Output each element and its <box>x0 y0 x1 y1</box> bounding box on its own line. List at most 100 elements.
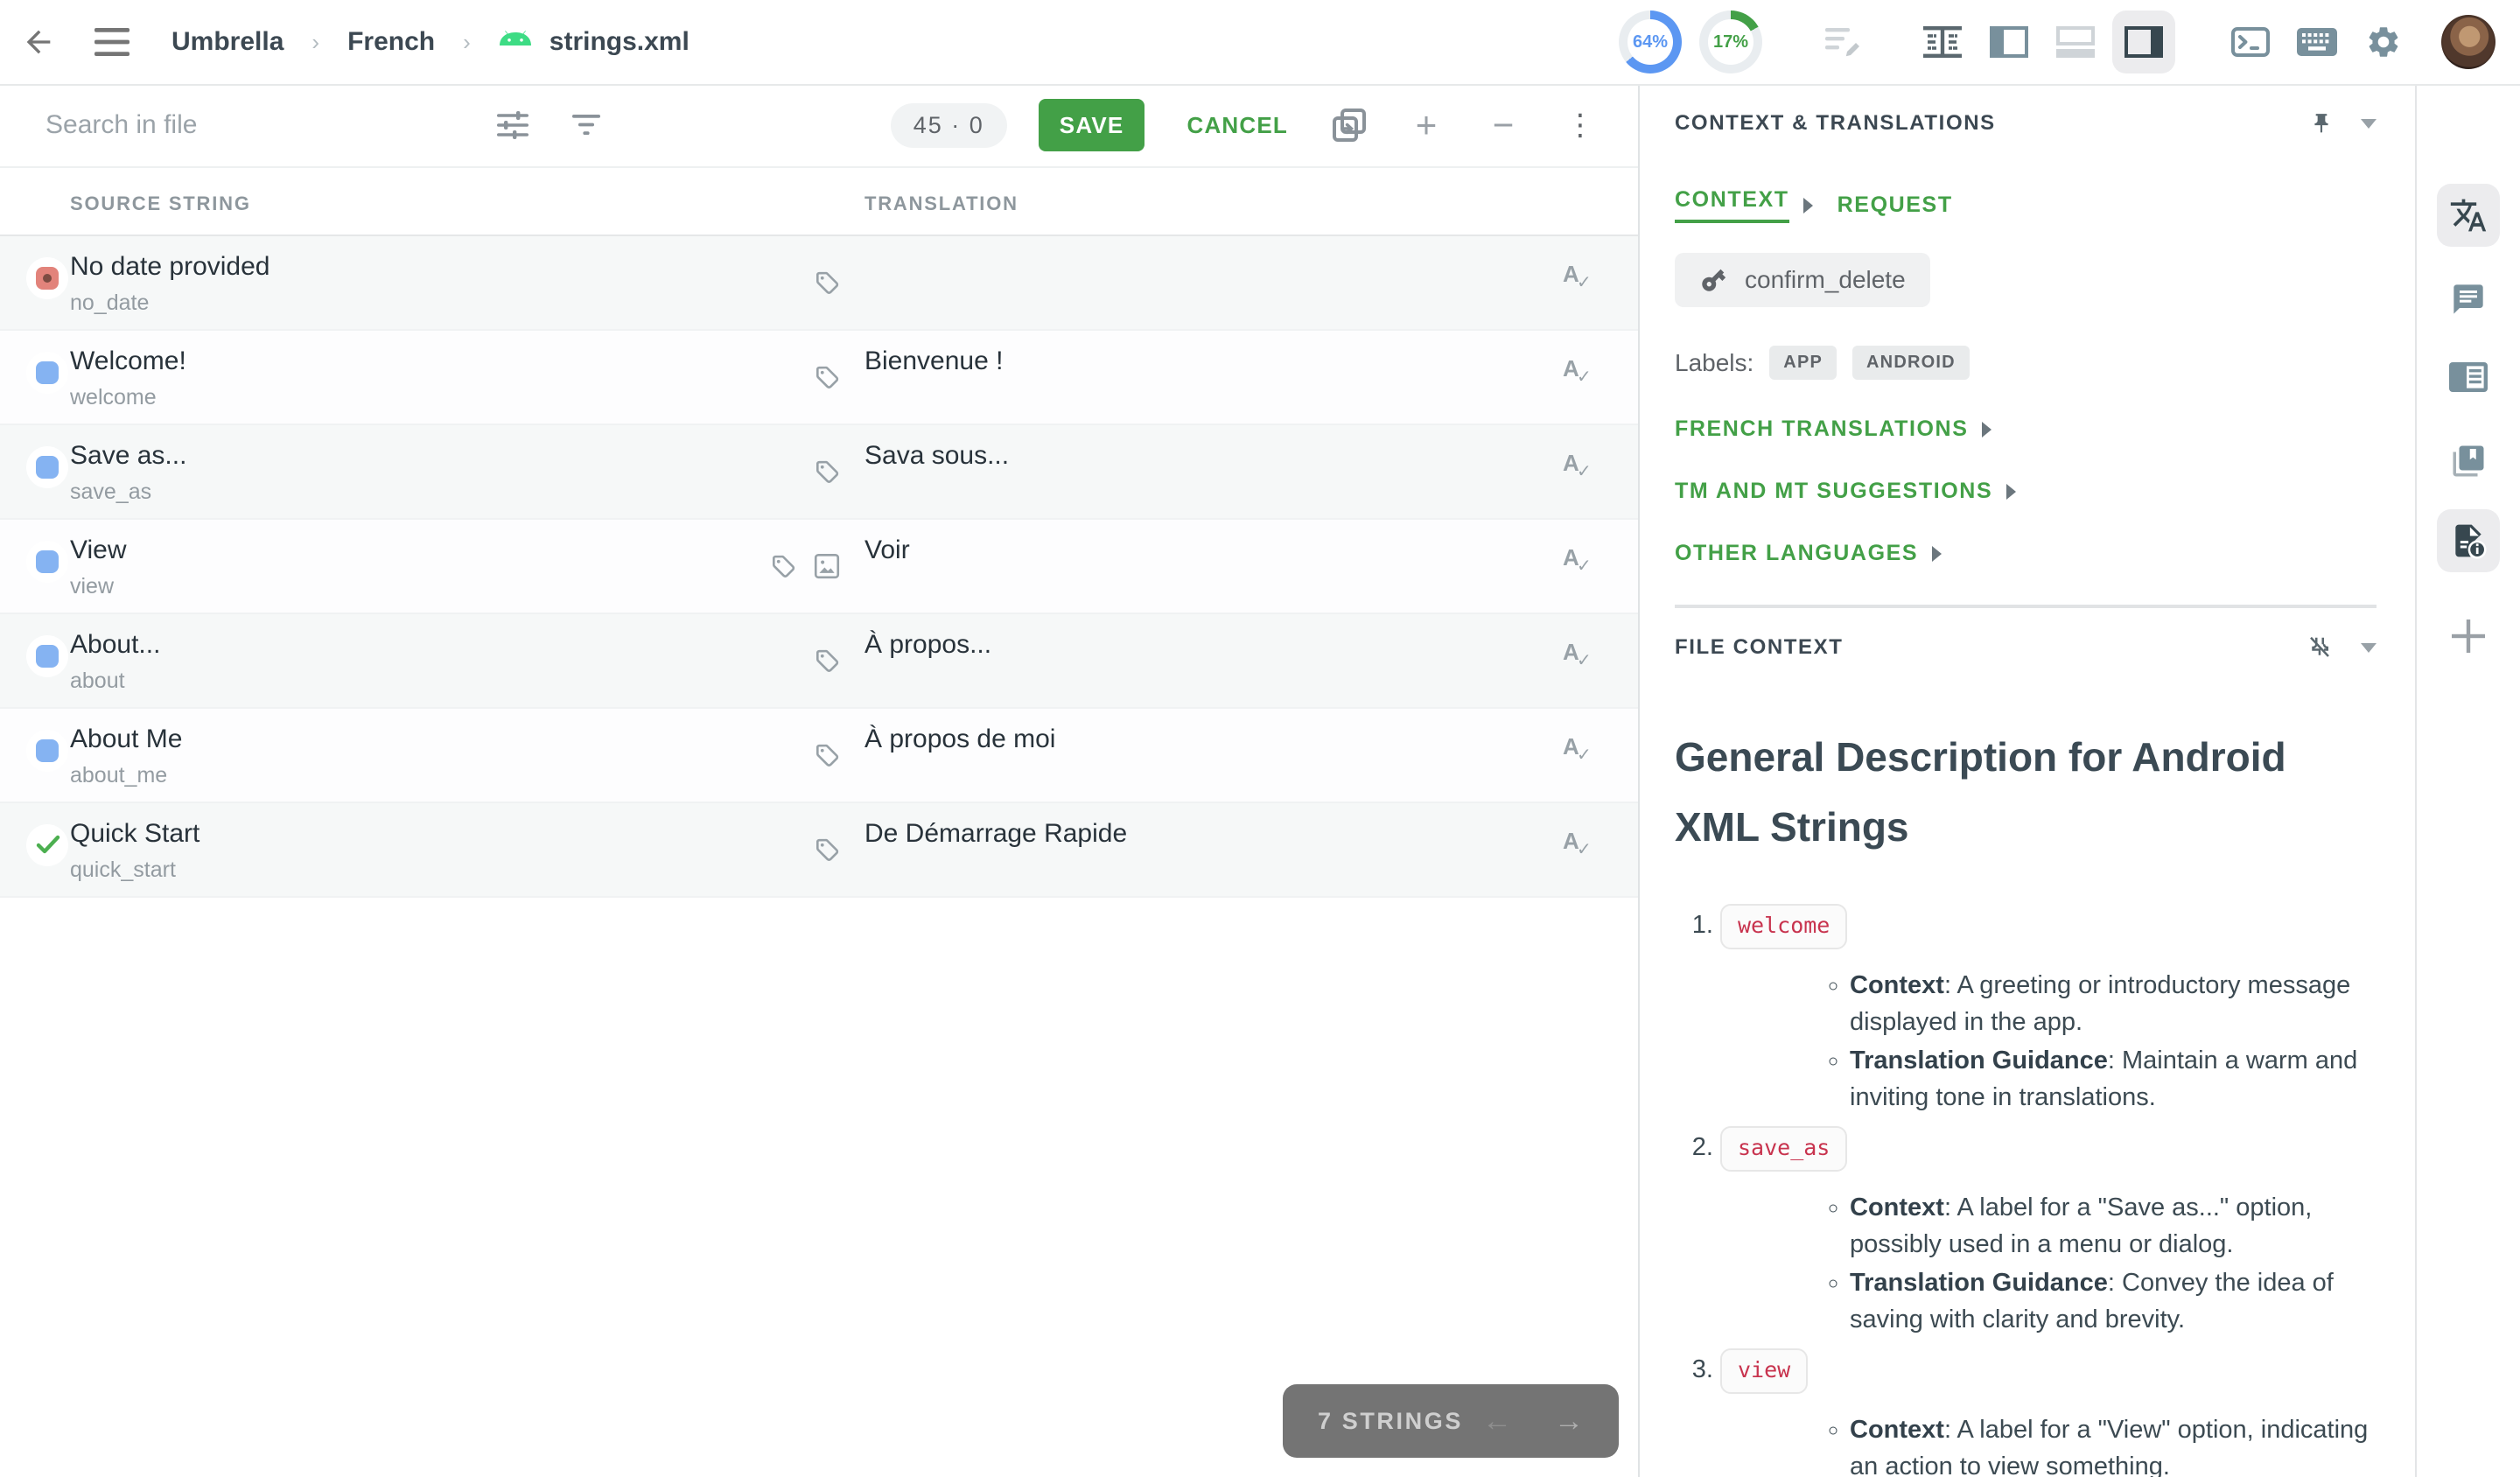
previous-page-button[interactable]: ← <box>1482 1404 1512 1438</box>
tab-context[interactable]: CONTEXT <box>1675 187 1789 223</box>
tab-request[interactable]: REQUEST <box>1838 192 1953 218</box>
dictionary-tool-button[interactable] <box>2449 362 2488 392</box>
add-panel-button[interactable] <box>2452 620 2485 653</box>
tag-icon[interactable] <box>770 553 796 579</box>
tag-icon[interactable] <box>814 742 840 768</box>
status-halo <box>26 446 68 488</box>
table-row[interactable]: No date provided no_date A ✓ <box>0 236 1638 331</box>
breadcrumb-language[interactable]: French <box>347 27 435 57</box>
search-input[interactable] <box>42 108 452 142</box>
filter-button[interactable] <box>556 95 616 155</box>
collapse-section-caret[interactable] <box>2361 119 2376 129</box>
breadcrumb-project[interactable]: Umbrella <box>172 27 284 57</box>
menu-button[interactable] <box>77 0 147 84</box>
tag-icon[interactable] <box>814 364 840 390</box>
view-mode-side-by-side-button[interactable] <box>1913 7 1972 77</box>
hamburger-icon <box>94 28 130 56</box>
keyboard-shortcuts-button[interactable] <box>2287 7 2347 77</box>
link-arrow-icon <box>2006 484 2016 500</box>
next-page-button[interactable]: → <box>1554 1404 1584 1438</box>
proofread-icon[interactable]: A ✓ <box>1563 257 1601 296</box>
collapse-section-caret[interactable] <box>2361 643 2376 653</box>
file-context-tool-button[interactable] <box>2437 509 2500 572</box>
table-row[interactable]: Welcome! welcome Bienvenue ! A ✓ <box>0 331 1638 425</box>
translations-tool-button[interactable] <box>2437 184 2500 247</box>
grid-header: SOURCE STRING TRANSLATION <box>0 168 1638 236</box>
top-bar: Umbrella › French › strings.xml 64% 17% <box>0 0 2520 86</box>
save-button[interactable]: SAVE <box>1039 99 1145 151</box>
translated-progress-value: 64% <box>1633 32 1668 52</box>
proofread-icon[interactable]: A ✓ <box>1563 824 1601 863</box>
tag-icon[interactable] <box>814 458 840 485</box>
glossary-tool-button[interactable] <box>2450 443 2487 480</box>
word-count-badge: 45 · 0 <box>891 103 1007 148</box>
user-avatar[interactable] <box>2441 15 2496 69</box>
plus-icon <box>2452 620 2485 653</box>
back-button[interactable] <box>0 0 77 84</box>
tag-icon[interactable] <box>814 648 840 674</box>
more-options-button[interactable]: ⋮ <box>1550 95 1610 155</box>
table-row[interactable]: Save as... save_as Sava sous... A ✓ <box>0 425 1638 520</box>
translation-text: Voir <box>864 536 1512 565</box>
label-badge[interactable]: ANDROID <box>1852 346 1970 380</box>
breadcrumb-file[interactable]: strings.xml <box>499 27 690 57</box>
status-halo <box>26 257 68 299</box>
context-panel: CONTEXT & TRANSLATIONS CONTEXT REQUEST c… <box>1638 84 2415 1477</box>
source-string-text: Welcome! <box>70 346 186 376</box>
view-mode-right-panel-button[interactable] <box>2112 10 2175 74</box>
tm-mt-suggestions-link[interactable]: TM AND MT SUGGESTIONS <box>1675 479 2376 504</box>
table-row[interactable]: About Me about_me À propos de moi A ✓ <box>0 709 1638 803</box>
source-string-text: About... <box>70 630 160 660</box>
zoom-in-button[interactable]: + <box>1396 95 1456 155</box>
copy-source-button[interactable] <box>1320 95 1379 155</box>
file-context-item: welcome Context: A greeting or introduct… <box>1720 900 2376 1116</box>
tag-icon[interactable] <box>814 270 840 296</box>
bookmark-collection-icon <box>2450 443 2487 480</box>
other-languages-link[interactable]: OTHER LANGUAGES <box>1675 541 2376 566</box>
view-mode-left-panel-button[interactable] <box>1979 7 2039 77</box>
guidance-note: Translation Guidance: Convey the idea of… <box>1850 1264 2376 1338</box>
file-context-item: save_as Context: A label for a "Save as.… <box>1720 1123 2376 1338</box>
label-badge[interactable]: APP <box>1769 346 1837 380</box>
string-key: about_me <box>70 763 167 788</box>
settings-button[interactable] <box>2354 7 2413 77</box>
proofread-icon[interactable]: A ✓ <box>1563 541 1601 579</box>
zoom-out-button[interactable]: − <box>1474 95 1533 155</box>
android-icon <box>499 31 532 53</box>
status-icon <box>36 645 59 668</box>
draft-notes-button[interactable] <box>1815 7 1874 77</box>
status-halo <box>26 635 68 677</box>
french-translations-link[interactable]: FRENCH TRANSLATIONS <box>1675 416 2376 442</box>
status-halo <box>26 730 68 772</box>
unpin-icon[interactable] <box>2306 633 2333 662</box>
status-icon <box>36 456 59 479</box>
side-by-side-view-icon <box>1923 26 1962 58</box>
translation-text: De Démarrage Rapide <box>864 819 1512 849</box>
proofread-icon[interactable]: A ✓ <box>1563 635 1601 674</box>
table-row[interactable]: Quick Start quick_start De Démarrage Rap… <box>0 803 1638 898</box>
tag-icon[interactable] <box>814 836 840 863</box>
status-icon <box>36 267 59 290</box>
context-note: Context: A label for a "View" option, in… <box>1850 1411 2376 1477</box>
crowdin-editor-window: Umbrella › French › strings.xml 64% 17% <box>0 0 2520 1477</box>
breadcrumb-separator: › <box>463 29 471 56</box>
proofread-icon[interactable]: A ✓ <box>1563 352 1601 390</box>
pin-icon[interactable] <box>2310 108 2333 138</box>
proofread-icon[interactable]: A ✓ <box>1563 446 1601 485</box>
translation-text: Bienvenue ! <box>864 346 1512 376</box>
view-mode-bottom-panel-button[interactable] <box>2046 7 2105 77</box>
table-row[interactable]: View view Voir A ✓ <box>0 520 1638 614</box>
file-context-document: General Description for Android XML Stri… <box>1640 722 2415 1477</box>
notes-pencil-icon <box>1825 24 1864 60</box>
filter-settings-button[interactable] <box>483 95 542 155</box>
comments-tool-button[interactable] <box>2450 282 2487 317</box>
sliders-icon <box>497 111 528 139</box>
proofread-icon[interactable]: A ✓ <box>1563 730 1601 768</box>
string-key-chip[interactable]: confirm_delete <box>1675 253 1930 307</box>
string-key: save_as <box>70 480 151 505</box>
console-button[interactable] <box>2221 7 2280 77</box>
table-row[interactable]: About... about À propos... A ✓ <box>0 614 1638 709</box>
cancel-button[interactable]: CANCEL <box>1172 112 1302 139</box>
string-key-code-chip: save_as <box>1720 1126 1847 1172</box>
screenshot-icon[interactable] <box>814 553 840 579</box>
